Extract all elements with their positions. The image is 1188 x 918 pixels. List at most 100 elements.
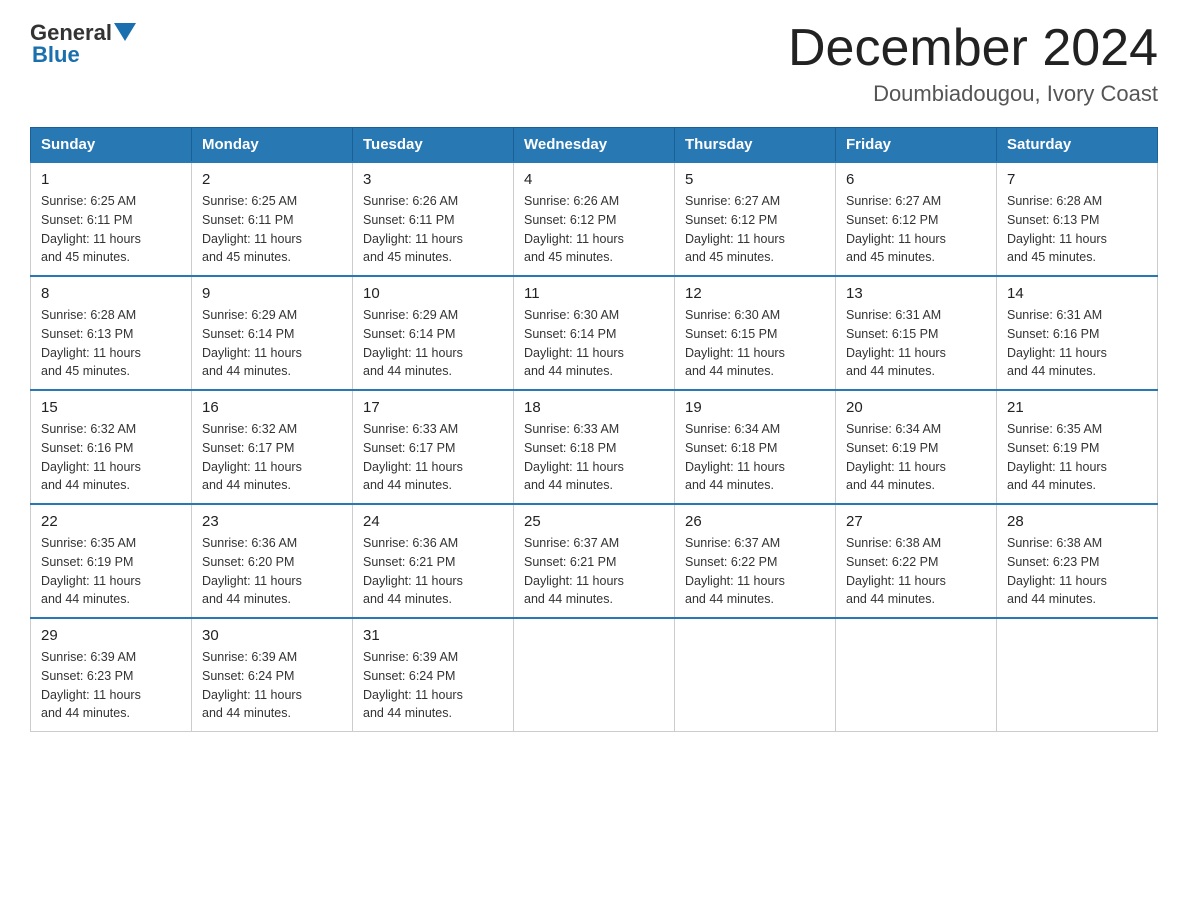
day-number: 21 <box>1007 399 1147 416</box>
day-info: Sunrise: 6:25 AM Sunset: 6:11 PM Dayligh… <box>41 192 181 267</box>
calendar-header-friday: Friday <box>836 128 997 163</box>
calendar-header-tuesday: Tuesday <box>353 128 514 163</box>
calendar-week-row: 15 Sunrise: 6:32 AM Sunset: 6:16 PM Dayl… <box>31 390 1158 504</box>
calendar-cell: 18 Sunrise: 6:33 AM Sunset: 6:18 PM Dayl… <box>514 390 675 504</box>
day-number: 11 <box>524 285 664 302</box>
day-number: 31 <box>363 627 503 644</box>
day-info: Sunrise: 6:34 AM Sunset: 6:18 PM Dayligh… <box>685 420 825 495</box>
calendar-cell: 30 Sunrise: 6:39 AM Sunset: 6:24 PM Dayl… <box>192 618 353 732</box>
day-number: 24 <box>363 513 503 530</box>
day-info: Sunrise: 6:38 AM Sunset: 6:22 PM Dayligh… <box>846 534 986 609</box>
day-info: Sunrise: 6:31 AM Sunset: 6:15 PM Dayligh… <box>846 306 986 381</box>
day-number: 9 <box>202 285 342 302</box>
calendar-cell: 1 Sunrise: 6:25 AM Sunset: 6:11 PM Dayli… <box>31 162 192 276</box>
calendar-header-saturday: Saturday <box>997 128 1158 163</box>
day-number: 29 <box>41 627 181 644</box>
calendar-cell: 25 Sunrise: 6:37 AM Sunset: 6:21 PM Dayl… <box>514 504 675 618</box>
calendar-cell: 7 Sunrise: 6:28 AM Sunset: 6:13 PM Dayli… <box>997 162 1158 276</box>
day-number: 28 <box>1007 513 1147 530</box>
calendar-cell: 14 Sunrise: 6:31 AM Sunset: 6:16 PM Dayl… <box>997 276 1158 390</box>
day-number: 23 <box>202 513 342 530</box>
day-info: Sunrise: 6:28 AM Sunset: 6:13 PM Dayligh… <box>1007 192 1147 267</box>
day-info: Sunrise: 6:35 AM Sunset: 6:19 PM Dayligh… <box>1007 420 1147 495</box>
day-number: 14 <box>1007 285 1147 302</box>
day-info: Sunrise: 6:37 AM Sunset: 6:21 PM Dayligh… <box>524 534 664 609</box>
calendar-header-row: SundayMondayTuesdayWednesdayThursdayFrid… <box>31 128 1158 163</box>
day-number: 3 <box>363 171 503 188</box>
day-number: 15 <box>41 399 181 416</box>
calendar-cell: 26 Sunrise: 6:37 AM Sunset: 6:22 PM Dayl… <box>675 504 836 618</box>
calendar-cell: 12 Sunrise: 6:30 AM Sunset: 6:15 PM Dayl… <box>675 276 836 390</box>
day-info: Sunrise: 6:33 AM Sunset: 6:17 PM Dayligh… <box>363 420 503 495</box>
calendar-cell: 24 Sunrise: 6:36 AM Sunset: 6:21 PM Dayl… <box>353 504 514 618</box>
month-title: December 2024 <box>788 20 1158 77</box>
day-info: Sunrise: 6:26 AM Sunset: 6:11 PM Dayligh… <box>363 192 503 267</box>
calendar-cell: 15 Sunrise: 6:32 AM Sunset: 6:16 PM Dayl… <box>31 390 192 504</box>
day-number: 7 <box>1007 171 1147 188</box>
day-number: 2 <box>202 171 342 188</box>
day-info: Sunrise: 6:27 AM Sunset: 6:12 PM Dayligh… <box>685 192 825 267</box>
day-info: Sunrise: 6:39 AM Sunset: 6:24 PM Dayligh… <box>363 648 503 723</box>
day-info: Sunrise: 6:38 AM Sunset: 6:23 PM Dayligh… <box>1007 534 1147 609</box>
calendar-week-row: 22 Sunrise: 6:35 AM Sunset: 6:19 PM Dayl… <box>31 504 1158 618</box>
calendar-cell: 5 Sunrise: 6:27 AM Sunset: 6:12 PM Dayli… <box>675 162 836 276</box>
day-info: Sunrise: 6:29 AM Sunset: 6:14 PM Dayligh… <box>363 306 503 381</box>
day-info: Sunrise: 6:39 AM Sunset: 6:24 PM Dayligh… <box>202 648 342 723</box>
location-title: Doumbiadougou, Ivory Coast <box>788 81 1158 107</box>
day-number: 1 <box>41 171 181 188</box>
calendar-cell <box>836 618 997 732</box>
calendar-cell: 9 Sunrise: 6:29 AM Sunset: 6:14 PM Dayli… <box>192 276 353 390</box>
day-info: Sunrise: 6:37 AM Sunset: 6:22 PM Dayligh… <box>685 534 825 609</box>
calendar-header-sunday: Sunday <box>31 128 192 163</box>
calendar-cell: 28 Sunrise: 6:38 AM Sunset: 6:23 PM Dayl… <box>997 504 1158 618</box>
calendar-cell: 27 Sunrise: 6:38 AM Sunset: 6:22 PM Dayl… <box>836 504 997 618</box>
day-info: Sunrise: 6:26 AM Sunset: 6:12 PM Dayligh… <box>524 192 664 267</box>
day-info: Sunrise: 6:30 AM Sunset: 6:15 PM Dayligh… <box>685 306 825 381</box>
day-number: 10 <box>363 285 503 302</box>
day-number: 18 <box>524 399 664 416</box>
calendar-cell: 4 Sunrise: 6:26 AM Sunset: 6:12 PM Dayli… <box>514 162 675 276</box>
calendar-cell: 2 Sunrise: 6:25 AM Sunset: 6:11 PM Dayli… <box>192 162 353 276</box>
calendar-week-row: 8 Sunrise: 6:28 AM Sunset: 6:13 PM Dayli… <box>31 276 1158 390</box>
calendar-cell: 22 Sunrise: 6:35 AM Sunset: 6:19 PM Dayl… <box>31 504 192 618</box>
day-info: Sunrise: 6:32 AM Sunset: 6:16 PM Dayligh… <box>41 420 181 495</box>
day-number: 30 <box>202 627 342 644</box>
day-number: 5 <box>685 171 825 188</box>
day-info: Sunrise: 6:27 AM Sunset: 6:12 PM Dayligh… <box>846 192 986 267</box>
day-info: Sunrise: 6:36 AM Sunset: 6:21 PM Dayligh… <box>363 534 503 609</box>
title-block: December 2024 Doumbiadougou, Ivory Coast <box>788 20 1158 107</box>
logo: General Blue <box>30 20 136 68</box>
calendar-cell: 10 Sunrise: 6:29 AM Sunset: 6:14 PM Dayl… <box>353 276 514 390</box>
calendar-cell: 21 Sunrise: 6:35 AM Sunset: 6:19 PM Dayl… <box>997 390 1158 504</box>
logo-blue-text: Blue <box>32 42 80 68</box>
day-info: Sunrise: 6:33 AM Sunset: 6:18 PM Dayligh… <box>524 420 664 495</box>
day-number: 6 <box>846 171 986 188</box>
calendar-cell: 13 Sunrise: 6:31 AM Sunset: 6:15 PM Dayl… <box>836 276 997 390</box>
calendar-body: 1 Sunrise: 6:25 AM Sunset: 6:11 PM Dayli… <box>31 162 1158 732</box>
day-info: Sunrise: 6:31 AM Sunset: 6:16 PM Dayligh… <box>1007 306 1147 381</box>
calendar-week-row: 29 Sunrise: 6:39 AM Sunset: 6:23 PM Dayl… <box>31 618 1158 732</box>
calendar-cell: 23 Sunrise: 6:36 AM Sunset: 6:20 PM Dayl… <box>192 504 353 618</box>
calendar-cell: 16 Sunrise: 6:32 AM Sunset: 6:17 PM Dayl… <box>192 390 353 504</box>
day-number: 25 <box>524 513 664 530</box>
calendar-table: SundayMondayTuesdayWednesdayThursdayFrid… <box>30 127 1158 732</box>
day-info: Sunrise: 6:28 AM Sunset: 6:13 PM Dayligh… <box>41 306 181 381</box>
day-number: 27 <box>846 513 986 530</box>
day-info: Sunrise: 6:30 AM Sunset: 6:14 PM Dayligh… <box>524 306 664 381</box>
day-number: 19 <box>685 399 825 416</box>
calendar-cell: 29 Sunrise: 6:39 AM Sunset: 6:23 PM Dayl… <box>31 618 192 732</box>
day-number: 12 <box>685 285 825 302</box>
day-info: Sunrise: 6:36 AM Sunset: 6:20 PM Dayligh… <box>202 534 342 609</box>
day-number: 4 <box>524 171 664 188</box>
day-number: 8 <box>41 285 181 302</box>
day-info: Sunrise: 6:39 AM Sunset: 6:23 PM Dayligh… <box>41 648 181 723</box>
page-header: General Blue December 2024 Doumbiadougou… <box>30 20 1158 107</box>
day-info: Sunrise: 6:35 AM Sunset: 6:19 PM Dayligh… <box>41 534 181 609</box>
day-info: Sunrise: 6:29 AM Sunset: 6:14 PM Dayligh… <box>202 306 342 381</box>
calendar-cell <box>997 618 1158 732</box>
calendar-header-thursday: Thursday <box>675 128 836 163</box>
calendar-header-wednesday: Wednesday <box>514 128 675 163</box>
calendar-cell: 17 Sunrise: 6:33 AM Sunset: 6:17 PM Dayl… <box>353 390 514 504</box>
calendar-cell <box>675 618 836 732</box>
logo-triangle-icon <box>114 23 136 45</box>
